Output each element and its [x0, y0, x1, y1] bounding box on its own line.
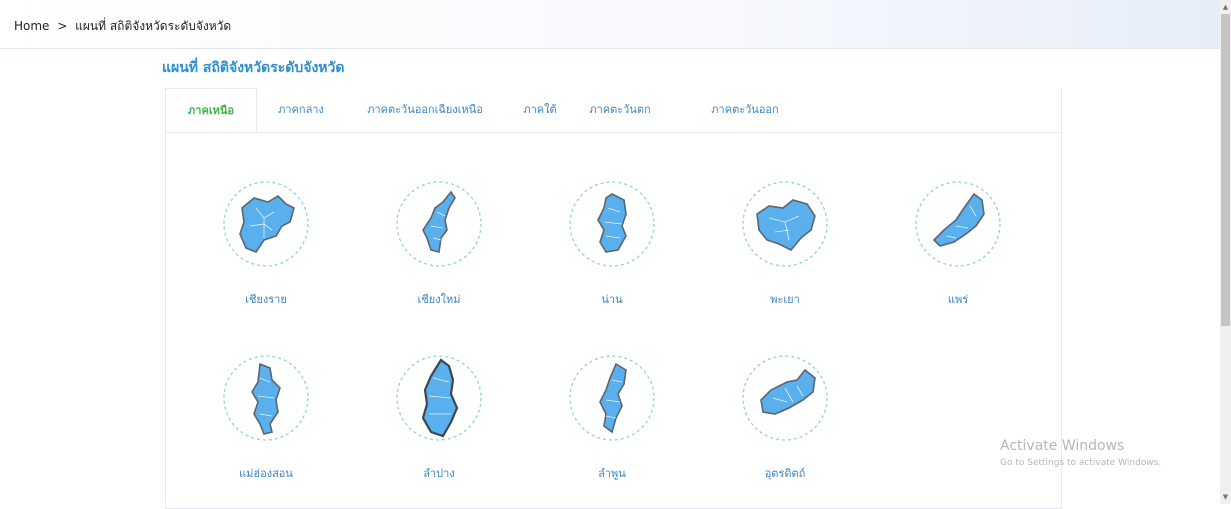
province-card-lamphun[interactable]: ลำพูน — [552, 352, 672, 482]
breadcrumb: Home > แผนที่ สถิติจังหวัดระดับจังหวัด — [14, 17, 235, 36]
windows-activation-watermark: Activate Windows Go to Settings to activ… — [1000, 438, 1161, 468]
scroll-down-arrow-icon[interactable]: ▼ — [1221, 492, 1230, 502]
vertical-scrollbar[interactable]: ▲ ▼ — [1220, 0, 1231, 504]
tab-central[interactable]: ภาคกลาง — [261, 88, 341, 132]
province-card-lampang[interactable]: ลำปาง — [379, 352, 499, 482]
region-tabs: ภาคเหนือ ภาคกลาง ภาคตะวันออกเฉียงเหนือ ภ… — [165, 88, 1060, 133]
province-name: เชียงใหม่ — [417, 293, 461, 306]
province-card-phayao[interactable]: พะเยา — [725, 178, 845, 308]
top-bar: Home > แผนที่ สถิติจังหวัดระดับจังหวัด — [0, 0, 1220, 49]
watermark-title: Activate Windows — [1000, 438, 1125, 454]
mae-hong-son-map-icon — [223, 355, 309, 441]
tab-northeast[interactable]: ภาคตะวันออกเฉียงเหนือ — [345, 88, 505, 132]
breadcrumb-home-link[interactable]: Home — [14, 19, 49, 33]
page-title: แผนที่ สถิติจังหวัดระดับจังหวัด — [162, 60, 345, 76]
chiang-rai-map-icon — [223, 181, 309, 267]
watermark-subtitle: Go to Settings to activate Windows. — [1000, 458, 1162, 468]
lampang-map-icon — [396, 355, 482, 441]
province-name: แพร่ — [947, 293, 969, 306]
province-card-phrae[interactable]: แพร่ — [898, 178, 1018, 308]
tab-west[interactable]: ภาคตะวันตก — [575, 88, 665, 132]
tab-south[interactable]: ภาคใต้ — [515, 88, 565, 132]
province-name: แม่ฮ่องสอน — [239, 467, 293, 480]
uttaradit-map-icon — [742, 355, 828, 441]
nan-map-icon — [569, 181, 655, 267]
scroll-thumb[interactable] — [1221, 14, 1230, 326]
province-card-mae-hong-son[interactable]: แม่ฮ่องสอน — [206, 352, 326, 482]
chiang-mai-map-icon — [396, 181, 482, 267]
province-name: น่าน — [601, 293, 623, 306]
lamphun-map-icon — [569, 355, 655, 441]
scroll-up-arrow-icon[interactable]: ▲ — [1221, 2, 1230, 12]
tab-north[interactable]: ภาคเหนือ — [165, 88, 257, 132]
province-card-chiang-rai[interactable]: เชียงราย — [206, 178, 326, 308]
phrae-map-icon — [915, 181, 1001, 267]
province-card-uttaradit[interactable]: อุตรดิตถ์ — [725, 352, 845, 482]
breadcrumb-separator: > — [57, 19, 68, 33]
province-name: อุตรดิตถ์ — [764, 467, 806, 480]
tab-east[interactable]: ภาคตะวันออก — [695, 88, 795, 132]
province-name: ลำพูน — [598, 467, 626, 480]
phayao-map-icon — [742, 181, 828, 267]
province-name: เชียงราย — [245, 293, 287, 306]
province-card-chiang-mai[interactable]: เชียงใหม่ — [379, 178, 499, 308]
province-name: พะเยา — [770, 293, 800, 306]
breadcrumb-current: แผนที่ สถิติจังหวัดระดับจังหวัด — [75, 19, 232, 33]
province-card-nan[interactable]: น่าน — [552, 178, 672, 308]
province-name: ลำปาง — [423, 467, 455, 480]
